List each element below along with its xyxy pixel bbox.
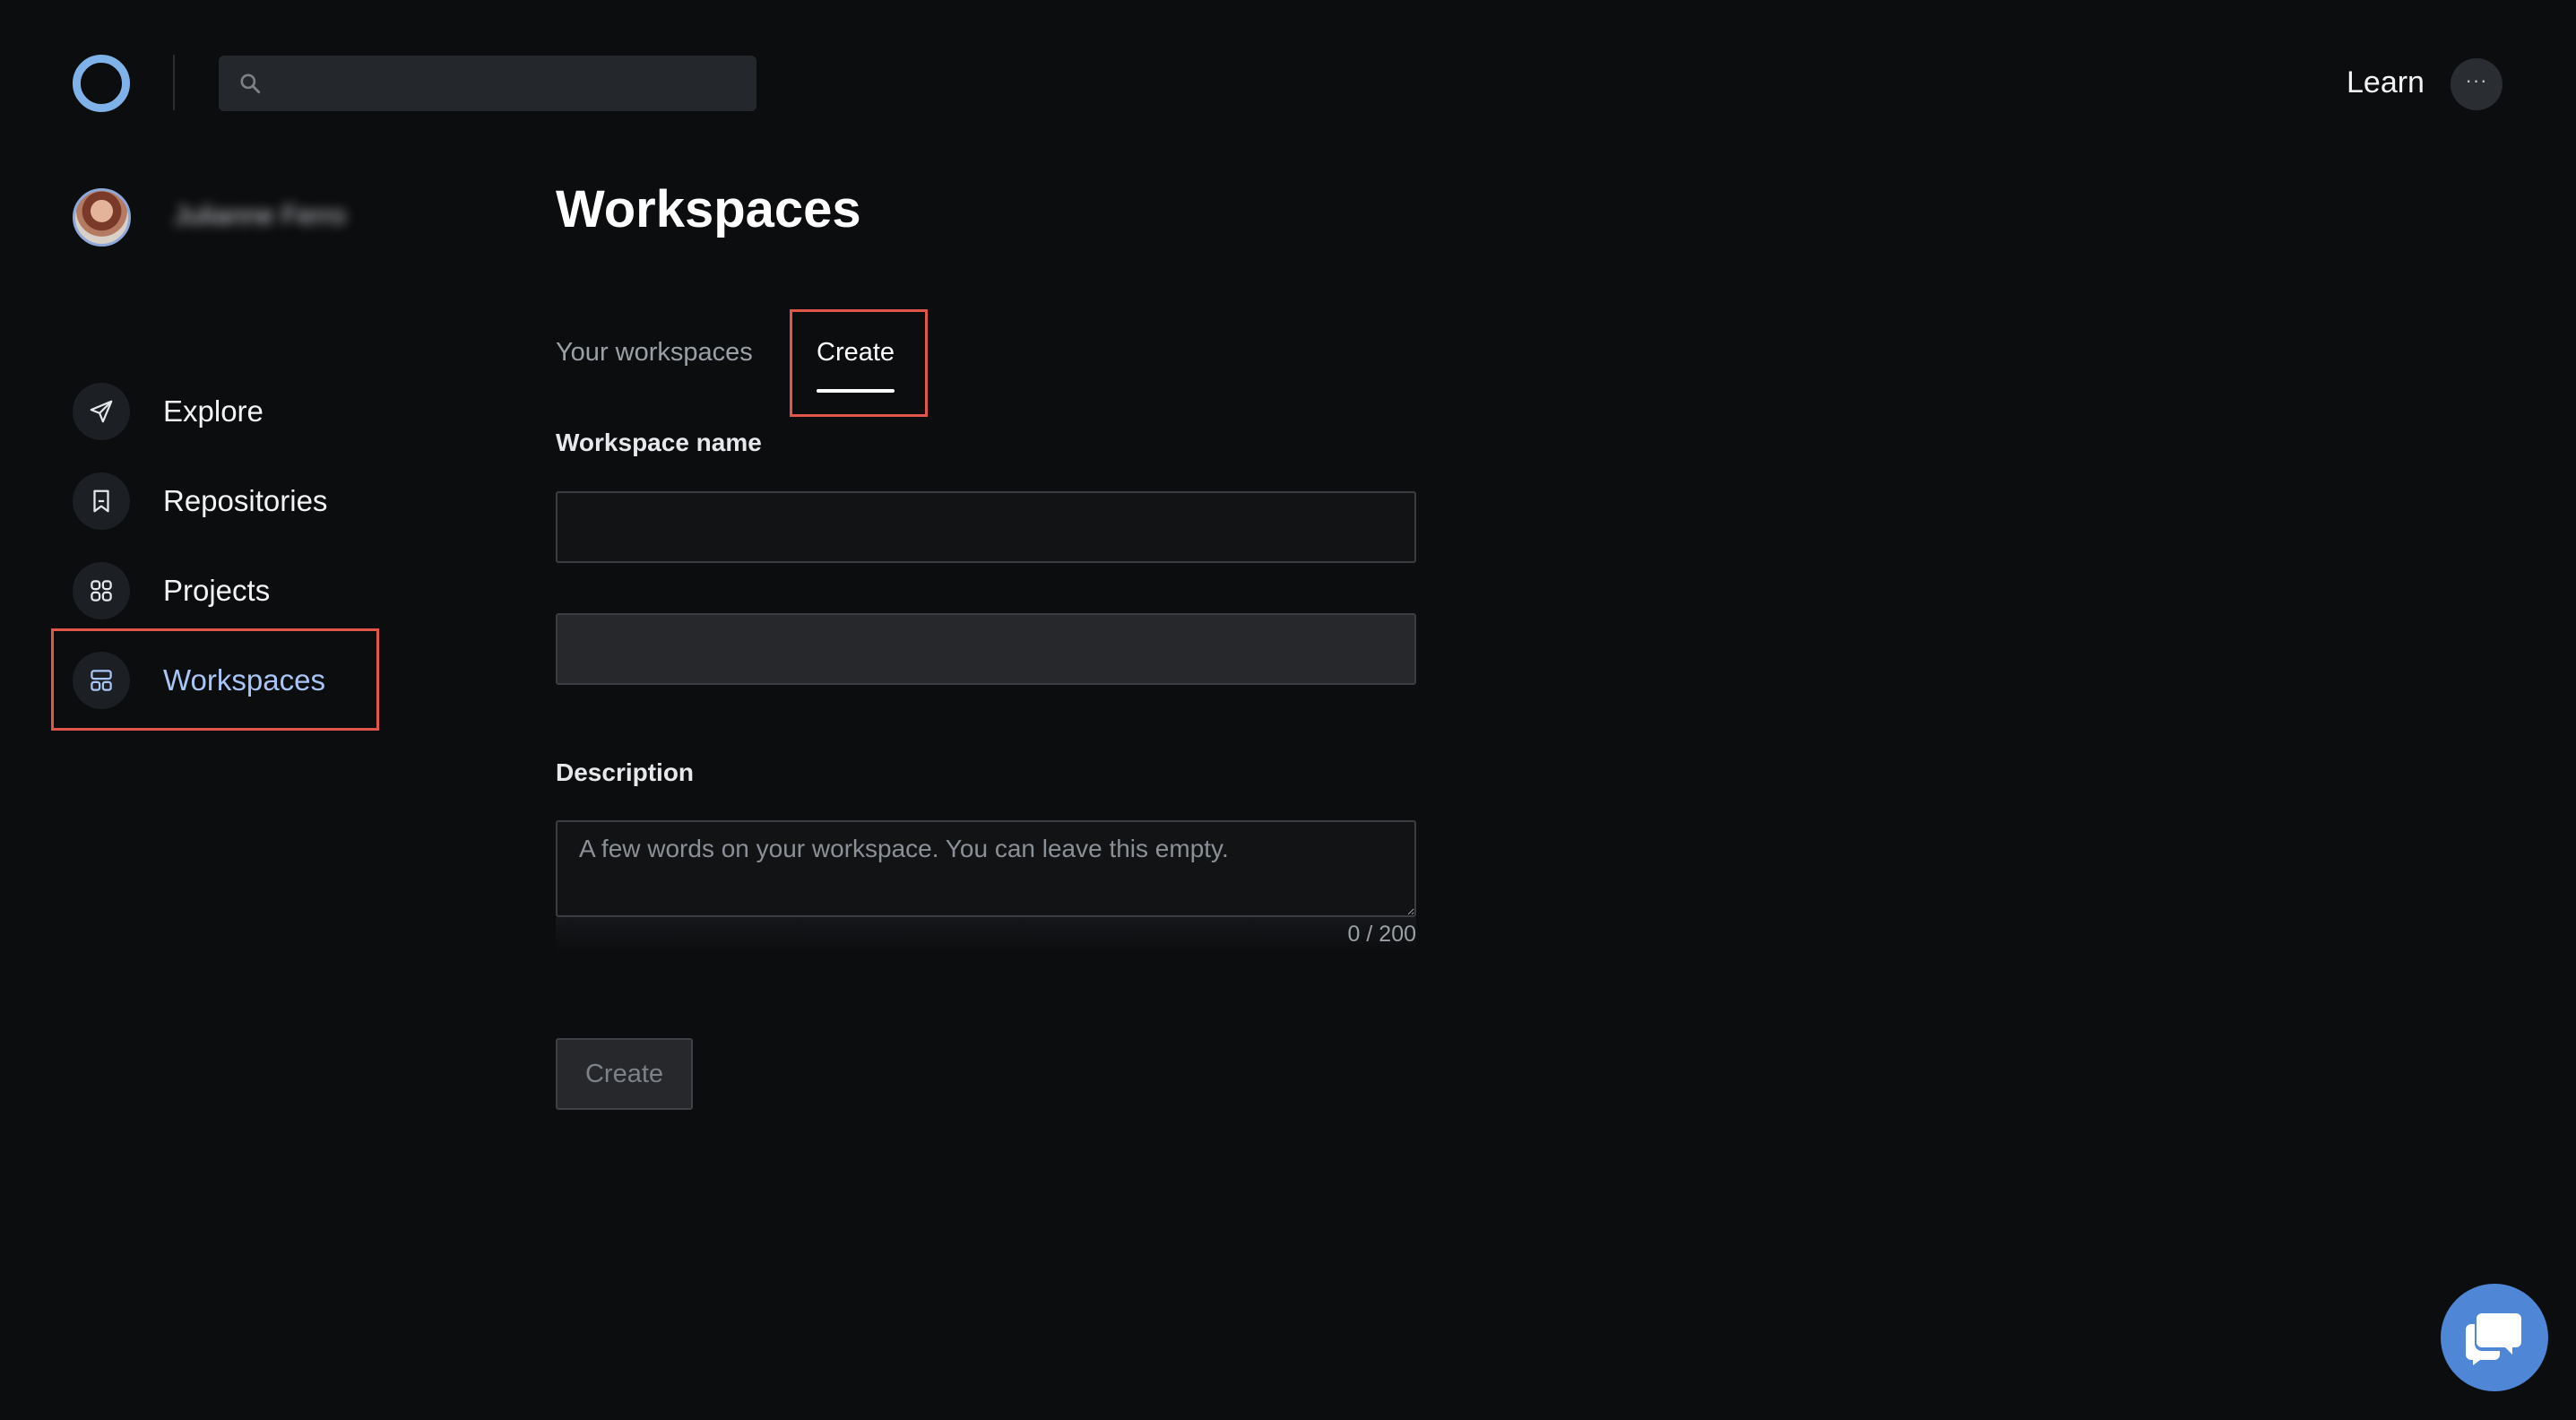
page-title: Workspaces bbox=[556, 180, 861, 238]
sidebar-item-label: Repositories bbox=[163, 484, 328, 517]
workspace-secondary-input[interactable] bbox=[556, 613, 1416, 685]
sidebar-item-label: Workspaces bbox=[163, 663, 325, 697]
workspace-name-label: Workspace name bbox=[556, 429, 762, 456]
layout-icon bbox=[73, 652, 130, 709]
workspace-name-input[interactable] bbox=[556, 491, 1416, 563]
active-tab-indicator bbox=[817, 389, 895, 393]
sidebar-item-label: Projects bbox=[163, 574, 271, 607]
search-icon bbox=[240, 74, 261, 94]
char-counter: 0 / 200 bbox=[1347, 922, 1416, 947]
search-bar[interactable] bbox=[219, 56, 756, 111]
sidebar-item-repositories[interactable]: Repositories bbox=[73, 472, 431, 530]
sidebar-item-projects[interactable]: Projects bbox=[73, 562, 431, 619]
user-name[interactable]: Julianne Ferro bbox=[174, 201, 346, 231]
sidebar-item-label: Explore bbox=[163, 394, 264, 428]
user-avatar[interactable] bbox=[73, 188, 131, 247]
sidebar-item-workspaces[interactable]: Workspaces bbox=[73, 652, 431, 709]
learn-link[interactable]: Learn bbox=[2347, 61, 2425, 104]
grid-icon bbox=[73, 562, 130, 619]
tab-your-workspaces[interactable]: Your workspaces bbox=[556, 334, 753, 370]
create-button[interactable]: Create bbox=[556, 1038, 693, 1110]
bookmark-icon bbox=[73, 472, 130, 530]
description-footer bbox=[556, 917, 1416, 953]
chat-support-button[interactable] bbox=[2441, 1284, 2548, 1391]
description-label: Description bbox=[556, 758, 695, 786]
app-logo[interactable] bbox=[73, 55, 130, 112]
tab-create[interactable]: Create bbox=[817, 334, 895, 370]
more-options-button[interactable]: ··· bbox=[2451, 58, 2503, 110]
sidebar-item-explore[interactable]: Explore bbox=[73, 383, 431, 440]
send-icon bbox=[73, 383, 130, 440]
chat-icon bbox=[2466, 1313, 2521, 1365]
description-textarea[interactable] bbox=[556, 820, 1416, 917]
header-divider bbox=[173, 55, 175, 110]
